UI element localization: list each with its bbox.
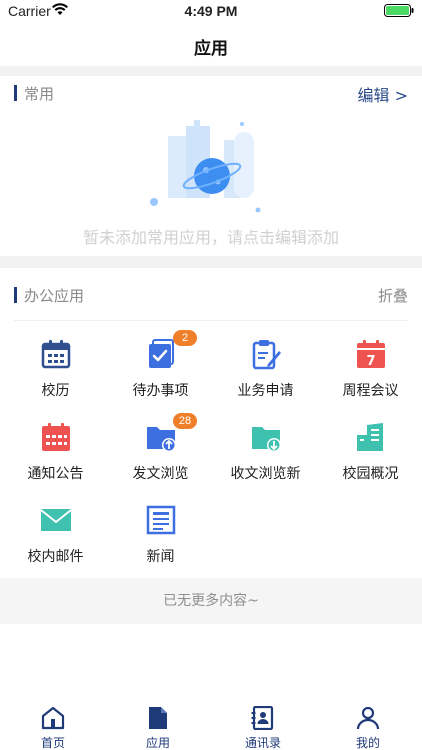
nav-bar: 应用: [0, 22, 422, 66]
app-item-school-calendar[interactable]: 校历: [3, 330, 108, 410]
app-label: 校内邮件: [27, 549, 84, 565]
tab-label: 通讯录: [244, 736, 281, 750]
tab-me[interactable]: 我的: [328, 706, 408, 750]
app-label: 新闻: [146, 549, 175, 565]
app-item-campus-overview[interactable]: 校园概况: [318, 413, 422, 493]
app-label: 通知公告: [27, 466, 84, 482]
app-item-incoming-documents[interactable]: 收文浏览新: [213, 413, 318, 493]
calendar-icon: [41, 340, 71, 369]
tab-contacts[interactable]: 通讯录: [223, 706, 303, 750]
app-item-campus-mail[interactable]: 校内邮件: [3, 496, 108, 576]
common-section-header: 常用 编辑 >: [0, 82, 422, 106]
common-section-title: 常用: [24, 85, 55, 103]
tab-home[interactable]: 首页: [13, 706, 93, 750]
edit-button[interactable]: 编辑 >: [358, 82, 409, 106]
office-section-header: 办公应用 折叠: [0, 284, 422, 308]
clipboard-edit-icon: [252, 340, 281, 370]
status-bar: Carrier 4:49 PM: [0, 0, 422, 22]
folder-download-icon: [252, 427, 281, 452]
app-item-weekly-meetings[interactable]: 7 周程会议: [318, 330, 422, 410]
app-label: 发文浏览: [132, 466, 189, 482]
app-label: 收文浏览新: [230, 466, 301, 482]
contacts-icon: [251, 706, 274, 730]
page-title: 应用: [194, 39, 228, 59]
app-label: 待办事项: [132, 383, 189, 399]
app-item-news[interactable]: 新闻: [108, 496, 213, 576]
section-gap: [0, 256, 422, 268]
tab-label: 我的: [355, 736, 380, 750]
calendar-7-icon: 7: [357, 340, 385, 369]
mail-icon: [40, 509, 72, 531]
building-icon: [357, 423, 383, 451]
app-label: 校历: [41, 383, 70, 399]
notice-calendar-icon: [42, 423, 70, 451]
app-item-business-application[interactable]: 业务申请: [213, 330, 318, 410]
no-more-content-text: 已无更多内容~: [0, 578, 422, 624]
app-item-notices[interactable]: 通知公告: [3, 413, 108, 493]
empty-state-illustration-icon: [150, 120, 261, 213]
app-item-outgoing-documents[interactable]: 28 发文浏览: [108, 413, 213, 493]
todo-icon: [149, 339, 174, 368]
tab-bar: 首页 应用 通讯录 我的: [0, 700, 422, 750]
app-label: 校园概况: [342, 466, 399, 482]
app-item-todo[interactable]: 2 待办事项: [108, 330, 213, 410]
user-icon: [356, 706, 380, 730]
tab-apps[interactable]: 应用: [118, 706, 198, 750]
app-label: 业务申请: [237, 383, 294, 399]
status-time: 4:49 PM: [184, 3, 238, 19]
collapse-button[interactable]: 折叠: [378, 285, 408, 306]
svg-text:7: 7: [366, 354, 375, 369]
app-label: 周程会议: [342, 383, 399, 399]
document-icon: [149, 707, 167, 729]
section-gap: [0, 66, 422, 76]
home-icon: [41, 706, 65, 730]
section-marker: [14, 287, 17, 303]
battery-icon: [384, 4, 414, 17]
office-section-title: 办公应用: [24, 287, 85, 305]
empty-state-text: 暂未添加常用应用，请点击编辑添加: [82, 228, 339, 247]
divider: [14, 320, 408, 321]
folder-upload-icon: [147, 427, 176, 452]
todo-count-badge: 2: [173, 330, 197, 346]
tab-label: 应用: [145, 736, 170, 750]
tab-label: 首页: [40, 736, 65, 750]
newspaper-icon: [146, 505, 176, 535]
section-marker: [14, 85, 17, 101]
outgoing-count-badge: 28: [173, 413, 197, 429]
